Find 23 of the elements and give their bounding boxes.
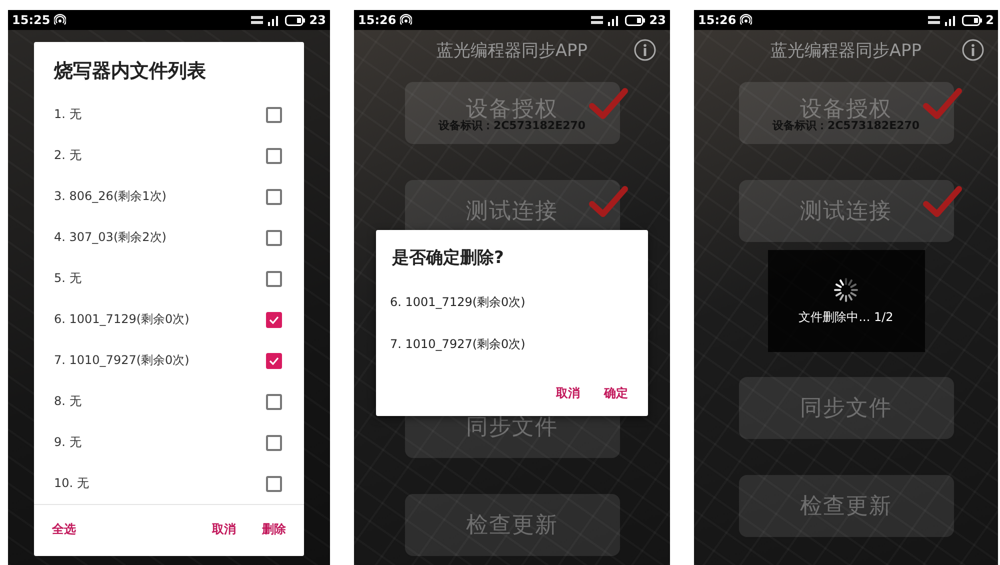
dialog-title: 烧写器内文件列表 bbox=[52, 59, 207, 84]
app-title: 蓝光编程器同步APP bbox=[436, 40, 588, 62]
progress-text: 文件删除中... 1/2 bbox=[798, 308, 894, 326]
file-item: 7. 1010_7927(剩余0次) bbox=[54, 352, 190, 369]
battery-level: 23 bbox=[649, 13, 666, 27]
file-item: 3. 806_26(剩余1次) bbox=[54, 188, 166, 205]
status-time: 15:26 bbox=[358, 13, 396, 27]
app-title: 蓝光编程器同步APP bbox=[770, 40, 922, 62]
file-item: 7. 1010_7927(剩余0次) bbox=[389, 336, 526, 353]
file-item: 6. 1001_7129(剩余0次) bbox=[54, 311, 190, 328]
battery-level: 23 bbox=[309, 13, 326, 27]
dialog-title: 是否确定删除? bbox=[391, 247, 505, 270]
file-item: 10. 无 bbox=[54, 475, 89, 492]
status-time: 15:26 bbox=[698, 13, 736, 27]
battery-level: 2 bbox=[986, 13, 994, 27]
file-item: 4. 307_03(剩余2次) bbox=[54, 229, 166, 246]
file-item: 5. 无 bbox=[54, 270, 82, 287]
file-item: 2. 无 bbox=[54, 147, 82, 164]
file-item: 1. 无 bbox=[54, 106, 82, 123]
file-item: 9. 无 bbox=[54, 434, 82, 451]
file-item: 6. 1001_7129(剩余0次) bbox=[389, 294, 526, 311]
file-item: 8. 无 bbox=[54, 393, 82, 410]
status-time: 15:25 bbox=[12, 13, 50, 27]
